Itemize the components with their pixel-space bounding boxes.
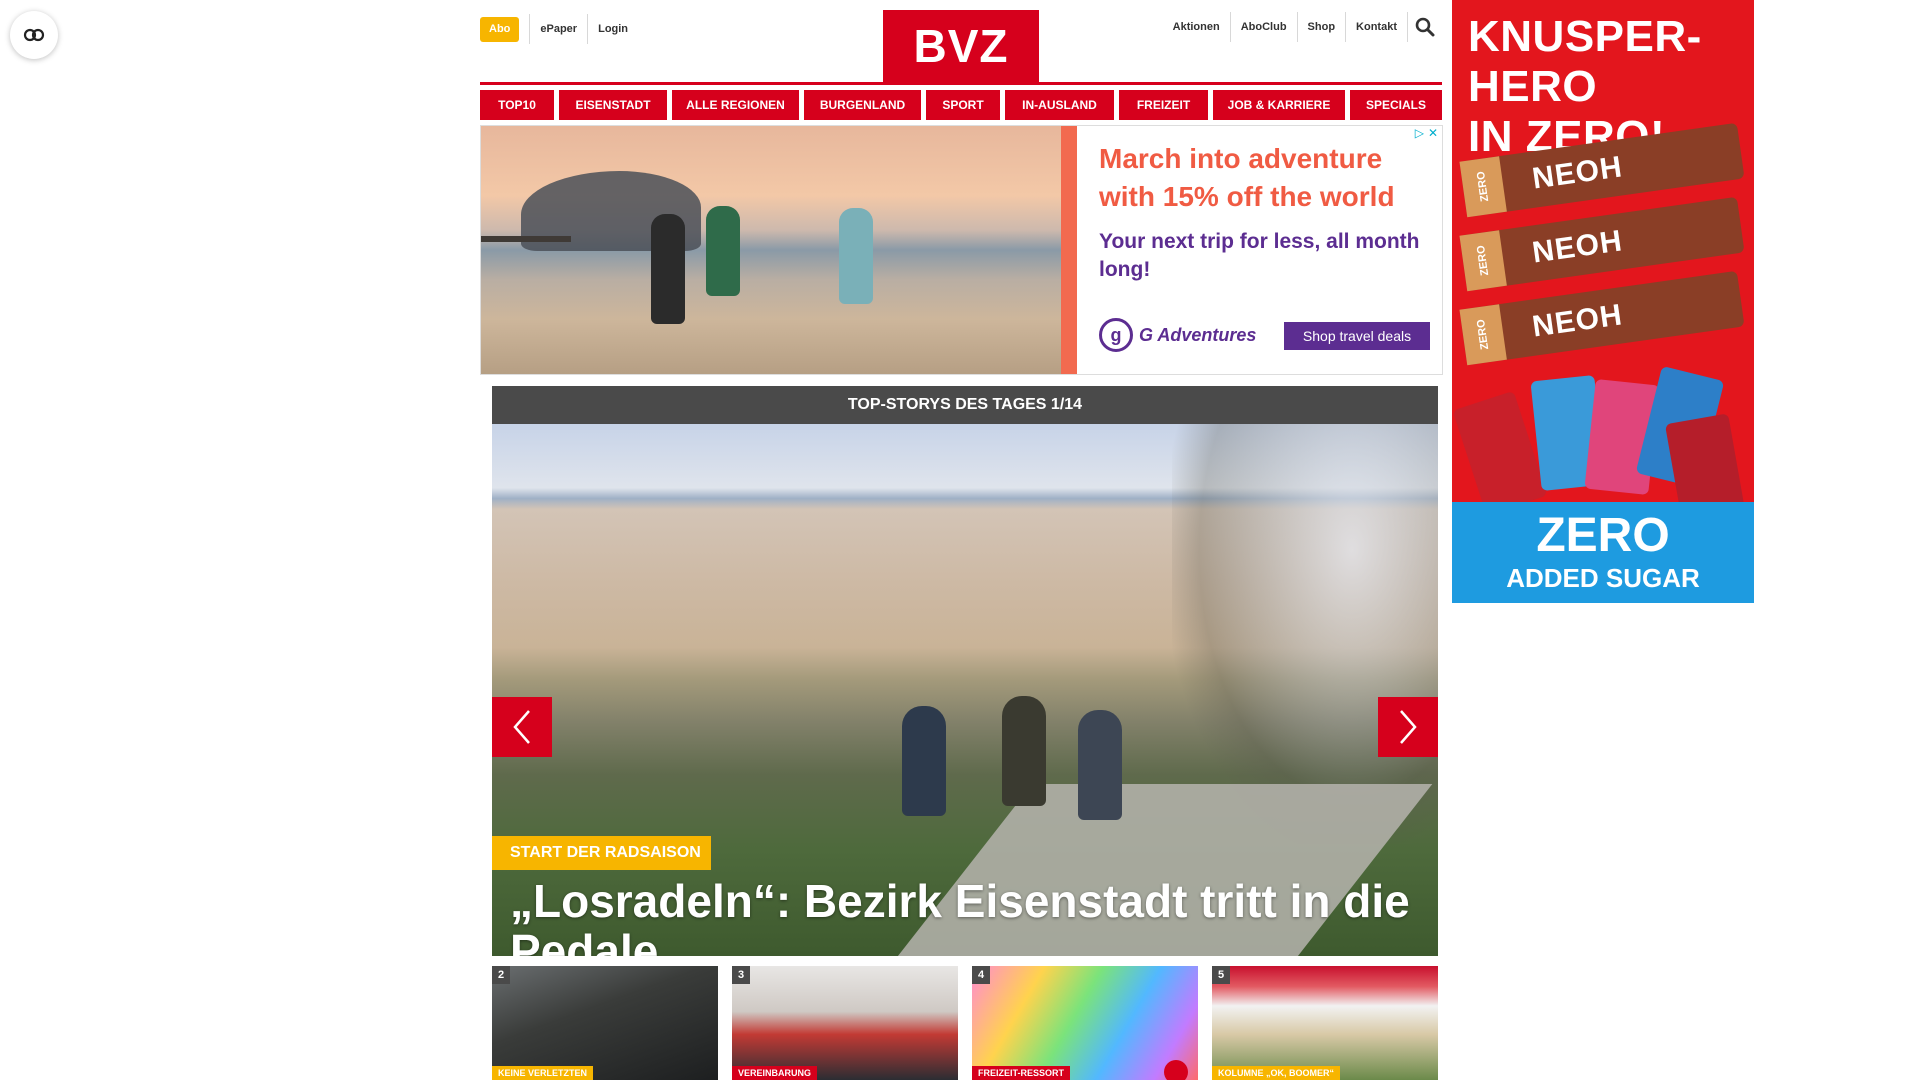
thumb-tag: VEREINBARUNG [732,1066,818,1080]
site-logo[interactable]: BVZ [883,10,1039,82]
story-thumbnails: 2 KEINE VERLETZTEN 3 VEREINBARUNG 4 FREI… [492,966,1438,1080]
nav-item-top10[interactable]: TOP10 [480,90,554,120]
advertisement-banner[interactable]: ▷ ✕ March into adventure with 15% off th… [480,125,1443,375]
bar-zero-label: ZERO [1459,156,1507,218]
top-stories-header: TOP-STORYS DES TAGES 1/14 [492,386,1438,424]
hero-story-title[interactable]: „Losradeln“: Bezirk Eisenstadt tritt in … [510,876,1410,956]
chevron-right-icon [1400,710,1417,744]
ad-info-icon[interactable]: ▷ [1415,126,1424,140]
hero-photo-cyclist [1002,696,1046,806]
carousel-prev-button[interactable] [492,697,552,757]
ad-brand-name: G Adventures [1139,324,1257,345]
bar-zero-label: ZERO [1459,304,1507,366]
top-right-nav: Aktionen AboClub Shop Kontakt [1163,12,1442,42]
story-thumb[interactable]: 4 FREIZEIT-RESSORT [972,966,1198,1080]
login-link[interactable]: Login [588,14,638,44]
story-thumb[interactable]: 5 KOLUMNE „OK, BOOMER“ [1212,966,1438,1080]
ad-close-icon[interactable]: ✕ [1428,126,1438,140]
search-button[interactable] [1408,12,1442,42]
aboclub-link[interactable]: AboClub [1231,12,1297,42]
nav-item-specials[interactable]: SPECIALS [1350,90,1442,120]
nav-item-in-ausland[interactable]: IN-AUSLAND [1005,90,1114,120]
hero-story-tag: START DER RADSAISON [492,836,711,870]
kontakt-link[interactable]: Kontakt [1346,12,1407,42]
hero-story[interactable]: START DER RADSAISON „Losradeln“: Bezirk … [492,424,1438,956]
abo-button[interactable]: Abo [480,16,520,42]
top-left-nav: Abo ePaper Login [480,14,638,44]
accessibility-icon [23,28,45,42]
ad-photo-pier [481,236,571,242]
ad-copy: March into adventure with 15% off the wo… [1099,140,1429,284]
story-thumb[interactable]: 3 VEREINBARUNG [732,966,958,1080]
ad-photo-person [839,208,873,304]
bar-zero-label: ZERO [1459,230,1507,292]
thumb-tag: KEINE VERLETZTEN [492,1066,594,1080]
nav-item-eisenstadt[interactable]: EISENSTADT [559,90,667,120]
aktionen-link[interactable]: Aktionen [1163,12,1230,42]
thumb-tag: KOLUMNE „OK, BOOMER“ [1212,1066,1340,1080]
story-thumb[interactable]: 2 KEINE VERLETZTEN [492,966,718,1080]
ad-photo-person [651,214,685,324]
search-icon [1415,17,1435,37]
ad-photo-person [706,206,740,296]
thumb-number: 5 [1212,966,1230,984]
thumb-number: 2 [492,966,510,984]
carousel-next-button[interactable] [1378,697,1438,757]
camera-badge-icon [1164,1060,1188,1080]
thumb-tag: FREIZEIT-RESSORT [972,1066,1071,1080]
bar-brand-label: NEOH [1530,150,1625,196]
bar-brand-label: NEOH [1530,298,1625,344]
nav-item-job-karriere[interactable]: JOB & KARRIERE [1213,90,1345,120]
site-header: Abo ePaper Login BVZ Aktionen AboClub Sh… [480,0,1442,85]
nav-item-alle-regionen[interactable]: ALLE REGIONEN [672,90,799,120]
g-adventures-icon: g [1099,318,1133,352]
ad-brand-logo: g G Adventures [1099,318,1256,352]
accessibility-toggle-button[interactable] [10,11,58,59]
chevron-left-icon [513,710,530,744]
ad-choices[interactable]: ▷ ✕ [1415,126,1438,140]
hero-photo-cyclist [902,706,946,816]
product-packs [1452,365,1754,533]
epaper-link[interactable]: ePaper [530,14,587,44]
shop-link[interactable]: Shop [1298,12,1346,42]
sky-ad-title-line1: KNUSPER-HERO [1468,12,1702,111]
bar-brand-label: NEOH [1530,224,1625,270]
ad-beach-photo [481,126,1061,374]
hero-photo-tree [1172,424,1438,844]
nav-item-freizeit[interactable]: FREIZEIT [1119,90,1208,120]
sky-ad-added-sugar: ADDED SUGAR [1506,563,1700,593]
header-rule [480,82,1442,85]
thumb-number: 3 [732,966,750,984]
nav-item-sport[interactable]: SPORT [926,90,1000,120]
ad-stripe [1061,126,1077,374]
sky-ad-footer: ZERO ADDED SUGAR [1452,502,1754,603]
nav-item-burgenland[interactable]: BURGENLAND [804,90,921,120]
ad-subline: Your next trip for less, all month long! [1099,230,1420,281]
sky-ad-zero: ZERO [1536,509,1670,562]
thumb-number: 4 [972,966,990,984]
hero-photo-cyclist [1078,710,1122,820]
ad-cta-button[interactable]: Shop travel deals [1284,322,1430,350]
skyscraper-advertisement[interactable]: KNUSPER-HERO IN ZERO! ZERO NEOH ZERO NEO… [1452,0,1754,603]
top-stories-carousel: TOP-STORYS DES TAGES 1/14 START DER RADS… [492,386,1438,956]
ad-headline: March into adventure with 15% off the wo… [1099,143,1395,212]
main-nav: TOP10 EISENSTADT ALLE REGIONEN BURGENLAN… [480,90,1442,120]
